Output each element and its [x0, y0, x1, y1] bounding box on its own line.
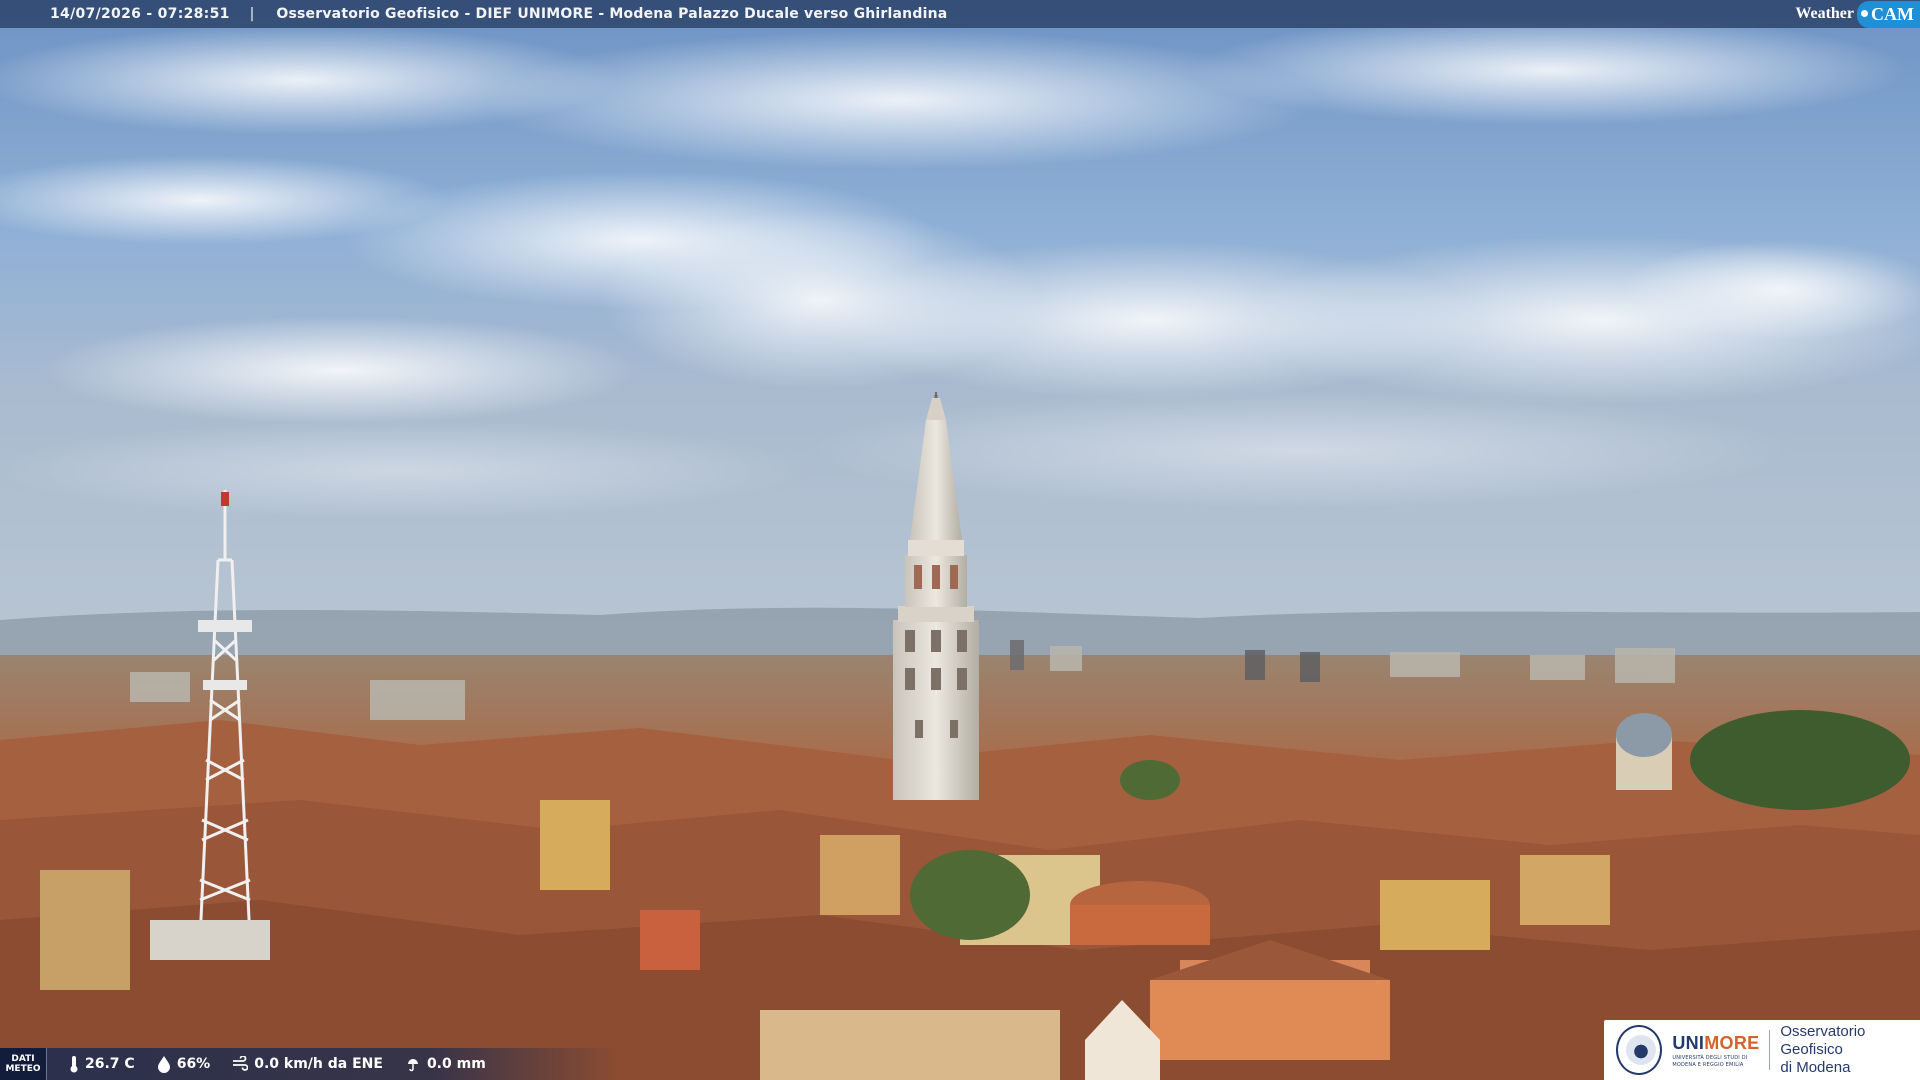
humidity-value: 66% — [176, 1056, 211, 1072]
rain-reading: 0.0 mm — [405, 1056, 486, 1072]
meteo-label-line2: METEO — [5, 1064, 41, 1074]
cam-label: CAM — [1871, 3, 1914, 24]
cam-label-box: CAM — [1857, 0, 1920, 28]
camera-title: Osservatorio Geofisico - DIEF UNIMORE - … — [276, 6, 948, 22]
wind-icon — [233, 1056, 249, 1071]
timestamp: 14/07/2026 - 07:28:51 — [50, 6, 230, 22]
uni-line1: UNIVERSITÀ DEGLI STUDI DI — [1672, 1054, 1748, 1061]
meteo-bar: DATI METEO 26.7 C 66% 0.0 km/h da ENE 0.… — [0, 1048, 620, 1080]
logo-divider — [1769, 1030, 1771, 1070]
rain-icon — [407, 1059, 418, 1072]
unimore-wordmark: UNIMORE UNIVERSITÀ DEGLI STUDI DI MODENA… — [1672, 1033, 1759, 1068]
uni-prefix: UNI — [1672, 1032, 1705, 1053]
meteo-label-line1: DATI — [11, 1054, 35, 1064]
unimore-name: UNIMORE — [1672, 1033, 1759, 1054]
temperature-reading: 26.7 C — [69, 1055, 135, 1073]
thermometer-icon — [70, 1056, 78, 1073]
separator: | — [249, 6, 255, 22]
obs-line1: Osservatorio Geofisico — [1780, 1023, 1866, 1058]
obs-line2: di Modena — [1780, 1059, 1851, 1076]
wind-reading: 0.0 km/h da ENE — [232, 1056, 383, 1072]
rain-value: 0.0 mm — [426, 1056, 486, 1072]
observatory-name: Osservatorio Geofisico di Modena — [1780, 1023, 1920, 1077]
weather-label: Weather — [1795, 5, 1854, 22]
weathercam-logo: Weather CAM — [1795, 0, 1920, 28]
temperature-value: 26.7 C — [85, 1056, 135, 1072]
unimore-logo: UNIMORE UNIVERSITÀ DEGLI STUDI DI MODENA… — [1604, 1020, 1920, 1080]
humidity-drop-icon — [157, 1056, 170, 1073]
wind-value: 0.0 km/h da ENE — [254, 1056, 383, 1072]
webcam-scene — [0, 0, 1920, 1080]
university-seal-icon — [1616, 1025, 1663, 1075]
uni-suffix: MORE — [1704, 1032, 1760, 1053]
lens-dot-icon — [1861, 9, 1868, 17]
meteo-label: DATI METEO — [0, 1048, 47, 1080]
title-bar: 14/07/2026 - 07:28:51 | Osservatorio Geo… — [0, 0, 1920, 28]
humidity-reading: 66% — [157, 1055, 211, 1073]
uni-line2: MODENA E REGGIO EMILIA — [1672, 1061, 1744, 1068]
